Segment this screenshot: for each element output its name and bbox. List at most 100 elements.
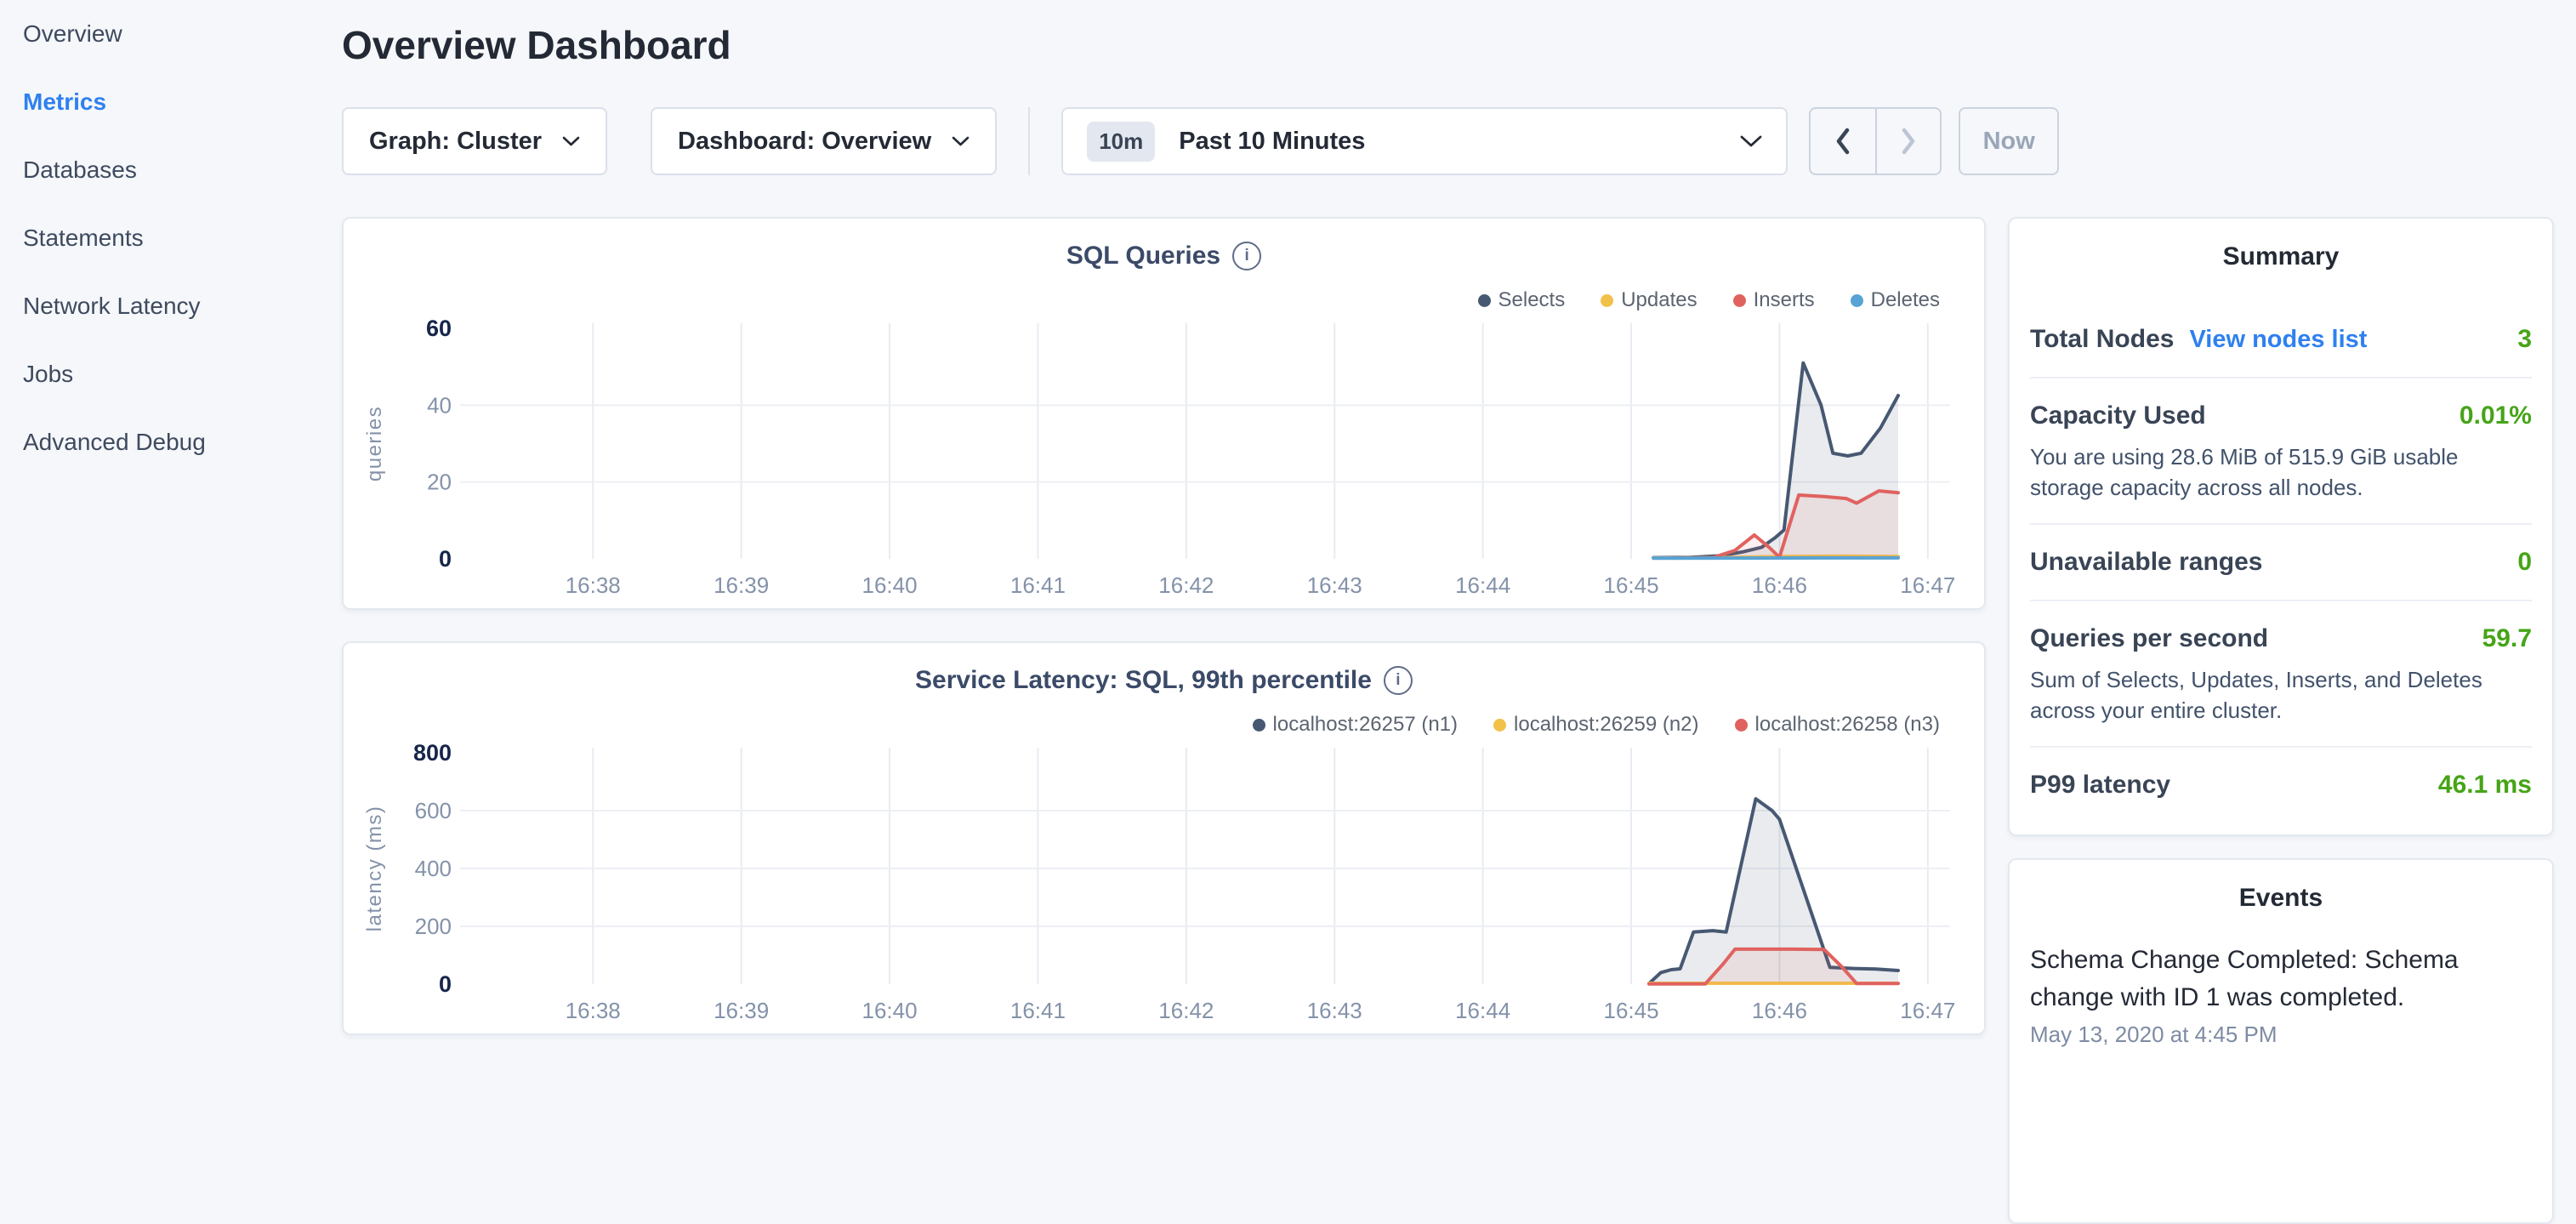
svg-text:16:38: 16:38 (566, 572, 621, 598)
chart-title: Service Latency: SQL, 99th percentile (915, 665, 1372, 696)
legend-item-n3[interactable]: localhost:26258 (n3) (1735, 713, 1940, 737)
events-panel: Events Schema Change Completed: Schema c… (2008, 858, 2554, 1224)
svg-text:16:42: 16:42 (1158, 998, 1214, 1023)
right-column: Summary Total Nodes View nodes list 3 C (2008, 217, 2554, 1224)
sidebar-item-network-latency[interactable]: Network Latency (0, 272, 332, 340)
legend-dot-icon (1601, 294, 1613, 307)
svg-text:16:45: 16:45 (1604, 572, 1659, 598)
next-time-button[interactable] (1875, 109, 1940, 174)
time-step-buttons (1809, 107, 1942, 175)
summary-row-value: 0.01% (2459, 401, 2532, 430)
svg-text:16:44: 16:44 (1455, 572, 1510, 598)
svg-text:16:42: 16:42 (1158, 572, 1214, 598)
svg-text:queries: queries (363, 406, 386, 481)
summary-row-label: P99 latency (2030, 768, 2170, 802)
controls-divider (1028, 107, 1030, 175)
now-button[interactable]: Now (1959, 107, 2059, 175)
svg-text:16:43: 16:43 (1307, 998, 1362, 1023)
summary-row-label: Capacity Used (2030, 399, 2206, 433)
legend-dot-icon (1851, 294, 1863, 307)
event-list-item[interactable]: Schema Change Completed: Schema change w… (2030, 942, 2532, 1048)
legend-label: localhost:26258 (n3) (1755, 713, 1940, 737)
app-root: Overview Metrics Databases Statements Ne… (0, 0, 2576, 1051)
sidebar: Overview Metrics Databases Statements Ne… (0, 0, 332, 1051)
sidebar-item-databases[interactable]: Databases (0, 136, 332, 204)
summary-row-capacity-used: Capacity Used 0.01% You are using 28.6 M… (2030, 377, 2532, 523)
svg-text:16:41: 16:41 (1010, 998, 1066, 1023)
info-icon[interactable]: i (1384, 666, 1413, 695)
summary-row-unavailable-ranges: Unavailable ranges 0 (2030, 523, 2532, 600)
chevron-down-icon (952, 135, 970, 147)
summary-row-value: 46.1 ms (2438, 771, 2532, 800)
legend-dot-icon (1253, 719, 1265, 732)
event-timestamp: May 13, 2020 at 4:45 PM (2030, 1022, 2532, 1048)
legend-item-selects[interactable]: Selects (1478, 288, 1566, 312)
summary-row-total-nodes: Total Nodes View nodes list 3 (2030, 302, 2532, 377)
dashboard-content: SQL Queries i Selects Updates (342, 217, 2554, 1224)
summary-row-value: 59.7 (2482, 624, 2532, 653)
svg-text:600: 600 (415, 798, 452, 823)
svg-text:0: 0 (439, 971, 452, 997)
chevron-down-icon (1740, 134, 1762, 148)
summary-row-label: Queries per second (2030, 622, 2268, 656)
legend-dot-icon (1493, 719, 1506, 732)
legend-item-deletes[interactable]: Deletes (1851, 288, 1940, 312)
legend-label: Selects (1498, 288, 1566, 312)
svg-text:16:47: 16:47 (1900, 998, 1955, 1023)
service-latency-card: Service Latency: SQL, 99th percentile i … (342, 641, 1986, 1035)
legend-label: Inserts (1754, 288, 1815, 312)
sidebar-item-overview[interactable]: Overview (0, 0, 332, 68)
service-latency-chart: 16:3816:3916:4016:4116:4216:4316:4416:45… (344, 738, 1984, 1033)
summary-row-description: You are using 28.6 MiB of 515.9 GiB usab… (2030, 441, 2532, 503)
summary-row-queries-per-second: Queries per second 59.7 Sum of Selects, … (2030, 600, 2532, 746)
svg-text:0: 0 (439, 546, 452, 572)
sidebar-item-metrics[interactable]: Metrics (0, 68, 332, 136)
legend-item-n1[interactable]: localhost:26257 (n1) (1253, 713, 1458, 737)
legend-item-n2[interactable]: localhost:26259 (n2) (1493, 713, 1698, 737)
svg-text:16:47: 16:47 (1900, 572, 1955, 598)
dashboard-dropdown[interactable]: Dashboard: Overview (651, 107, 997, 175)
svg-text:40: 40 (427, 392, 452, 418)
summary-row-p99-latency: P99 latency 46.1 ms (2030, 746, 2532, 823)
svg-text:16:38: 16:38 (566, 998, 621, 1023)
legend-label: localhost:26257 (n1) (1273, 713, 1458, 737)
svg-text:16:45: 16:45 (1604, 998, 1659, 1023)
chart-legend: localhost:26257 (n1) localhost:26259 (n2… (344, 714, 1984, 735)
sidebar-item-statements[interactable]: Statements (0, 204, 332, 272)
chart-title-row: Service Latency: SQL, 99th percentile i (344, 643, 1984, 696)
legend-dot-icon (1735, 719, 1748, 732)
summary-row-value: 0 (2517, 548, 2532, 577)
charts-column: SQL Queries i Selects Updates (342, 217, 1986, 1035)
legend-dot-icon (1478, 294, 1491, 307)
svg-text:16:46: 16:46 (1752, 998, 1807, 1023)
sidebar-item-advanced-debug[interactable]: Advanced Debug (0, 408, 332, 476)
summary-rows: Total Nodes View nodes list 3 Capacity U… (2030, 302, 2532, 823)
svg-text:20: 20 (427, 470, 452, 495)
legend-label: Deletes (1871, 288, 1940, 312)
sql-queries-chart: 16:3816:3916:4016:4116:4216:4316:4416:45… (344, 314, 1984, 608)
summary-row-description: Sum of Selects, Updates, Inserts, and De… (2030, 664, 2532, 726)
chart-title-row: SQL Queries i (344, 219, 1984, 271)
legend-item-inserts[interactable]: Inserts (1733, 288, 1815, 312)
page-title: Overview Dashboard (342, 19, 2554, 71)
svg-text:16:40: 16:40 (862, 572, 918, 598)
controls-bar: Graph: Cluster Dashboard: Overview 10m P… (342, 107, 2554, 175)
legend-dot-icon (1733, 294, 1746, 307)
view-nodes-list-link[interactable]: View nodes list (2189, 326, 2367, 354)
info-icon[interactable]: i (1232, 242, 1261, 270)
time-range-selector[interactable]: 10m Past 10 Minutes (1061, 107, 1788, 175)
graph-dropdown-label: Graph: Cluster (369, 128, 542, 156)
prev-time-button[interactable] (1811, 109, 1875, 174)
svg-text:16:46: 16:46 (1752, 572, 1807, 598)
time-range-badge: 10m (1087, 122, 1155, 162)
chart-legend: Selects Updates Inserts Deletes (344, 290, 1984, 310)
legend-item-updates[interactable]: Updates (1601, 288, 1697, 312)
event-message: Schema Change Completed: Schema change w… (2030, 942, 2459, 1016)
svg-text:16:39: 16:39 (714, 998, 769, 1023)
svg-text:16:44: 16:44 (1455, 998, 1510, 1023)
summary-title: Summary (2030, 242, 2532, 271)
summary-row-label: Unavailable ranges (2030, 545, 2262, 579)
sidebar-item-jobs[interactable]: Jobs (0, 340, 332, 408)
svg-text:800: 800 (413, 740, 452, 766)
graph-dropdown[interactable]: Graph: Cluster (342, 107, 607, 175)
